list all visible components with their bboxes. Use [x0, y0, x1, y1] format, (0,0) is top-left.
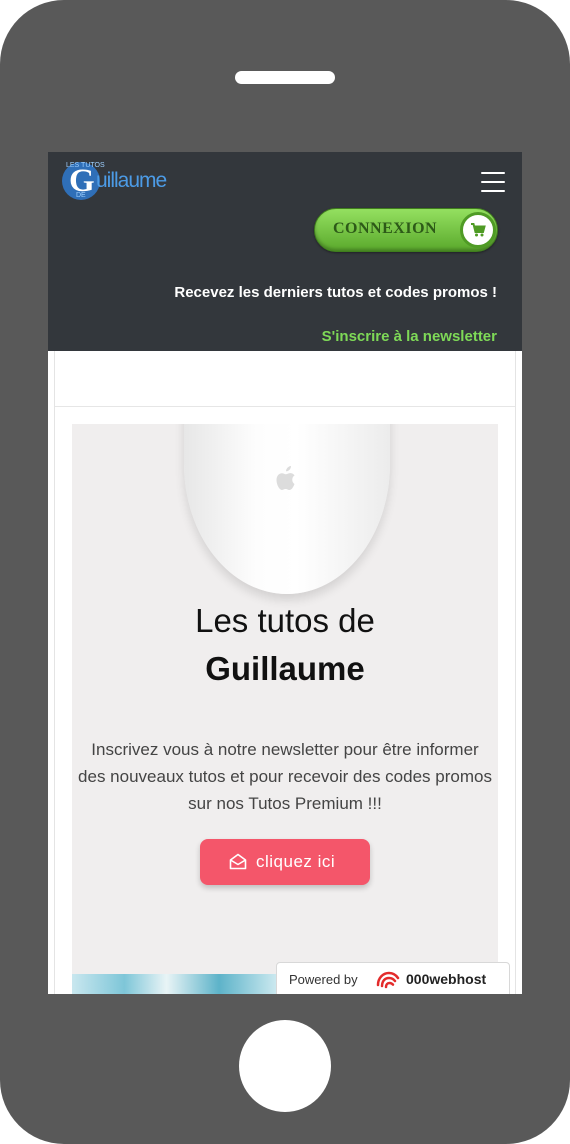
content-spacer [48, 351, 522, 407]
floral-image-strip [72, 974, 282, 994]
subscribe-button[interactable]: cliquez ici [200, 839, 370, 885]
hero-title: Les tutos de [195, 602, 375, 639]
hero-title-name: Guillaume [205, 650, 365, 687]
connexion-button[interactable]: CONNEXION [314, 208, 498, 252]
mouse-image [184, 424, 390, 594]
menu-icon[interactable] [481, 172, 505, 192]
connexion-label: CONNEXION [333, 220, 438, 237]
site-logo[interactable]: G LES TUTOS DE uillaume [62, 160, 167, 202]
speaker-slot [235, 71, 335, 84]
000webhost-logo-icon [376, 971, 400, 989]
envelope-open-icon [229, 853, 247, 870]
logo-small-top: LES TUTOS [66, 162, 105, 169]
cart-icon [460, 212, 496, 248]
header-tagline: Recevez les derniers tutos et codes prom… [174, 284, 497, 301]
divider [55, 406, 515, 407]
subscribe-button-label: cliquez ici [256, 852, 336, 871]
apple-logo-icon [276, 466, 295, 490]
brand-name: 000webhost [406, 971, 487, 987]
logo-wordmark: uillaume [96, 169, 167, 192]
divider [54, 351, 55, 994]
logo-small-bottom: DE [76, 192, 86, 199]
hero-section: Les tutos de Guillaume Inscrivez vous à … [72, 424, 498, 994]
divider [515, 351, 516, 994]
phone-frame: G LES TUTOS DE uillaume CONNEXION Receve… [0, 0, 570, 1144]
home-button[interactable] [239, 1020, 331, 1112]
powered-by-badge[interactable]: Powered by 000webhost [276, 962, 510, 994]
site-header: G LES TUTOS DE uillaume CONNEXION Receve… [48, 152, 522, 351]
newsletter-signup-link[interactable]: S'inscrire à la newsletter [322, 328, 497, 345]
phone-screen: G LES TUTOS DE uillaume CONNEXION Receve… [48, 152, 522, 994]
powered-by-label: Powered by [289, 972, 358, 987]
hero-description: Inscrivez vous à notre newsletter pour ê… [78, 740, 492, 813]
